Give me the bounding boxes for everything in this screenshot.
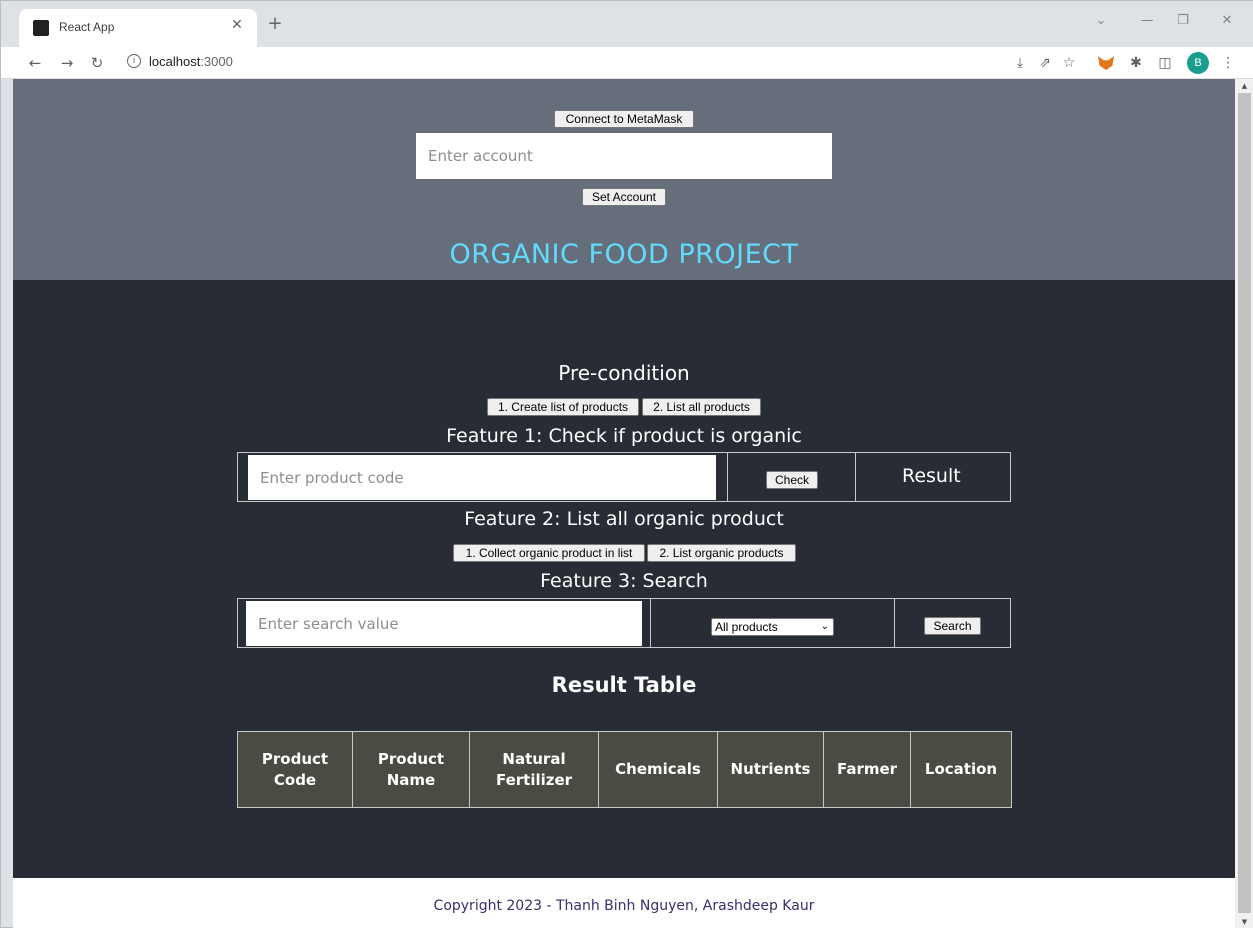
install-icon[interactable]: ⤓ bbox=[1011, 53, 1029, 73]
product-filter-value: All products bbox=[715, 620, 778, 634]
column-header: Natural Fertilizer bbox=[469, 731, 599, 808]
result-table: Product Code Product Name Natural Fertilize… bbox=[237, 731, 1012, 808]
minimize-icon[interactable]: — bbox=[1137, 13, 1157, 28]
close-tab-icon[interactable]: ✕ bbox=[229, 17, 245, 33]
column-header: Nutrients bbox=[717, 731, 824, 808]
feature3-row: All products ⌄ Search bbox=[237, 598, 1011, 648]
search-button[interactable]: Search bbox=[924, 617, 981, 635]
menu-kebab-icon[interactable]: ⋮ bbox=[1219, 53, 1237, 73]
search-input[interactable] bbox=[246, 601, 642, 646]
back-icon[interactable]: ← bbox=[25, 53, 45, 73]
connect-metamask-button[interactable]: Connect to MetaMask bbox=[554, 110, 694, 128]
scrollbar-thumb[interactable] bbox=[1238, 93, 1251, 913]
side-panel-icon[interactable]: ◫ bbox=[1156, 53, 1174, 73]
feature1-row: Check Result bbox=[237, 452, 1011, 502]
reload-icon[interactable]: ↻ bbox=[87, 53, 107, 73]
column-header: Product Name bbox=[352, 731, 470, 808]
browser-window: React App ✕ + ⌄ — ❐ ✕ ← → ↻ i localhost:… bbox=[0, 0, 1253, 928]
tab-strip: React App ✕ + ⌄ — ❐ ✕ bbox=[1, 1, 1253, 47]
feature2-heading: Feature 2: List all organic product bbox=[464, 508, 784, 530]
browser-toolbar: ← → ↻ i localhost:3000 ⤓ ⇗ ☆ ✱ ◫ B ⋮ bbox=[1, 47, 1253, 79]
collect-organic-button[interactable]: 1. Collect organic product in list bbox=[453, 544, 645, 562]
close-window-icon[interactable]: ✕ bbox=[1217, 13, 1237, 28]
app-header: Connect to MetaMask Set Account ORGANIC … bbox=[13, 79, 1235, 280]
address-bar[interactable]: i localhost:3000 bbox=[119, 50, 1219, 76]
forward-icon[interactable]: → bbox=[57, 53, 77, 73]
site-info-icon[interactable]: i bbox=[127, 54, 141, 68]
precondition-heading: Pre-condition bbox=[558, 361, 690, 385]
extensions-puzzle-icon[interactable]: ✱ bbox=[1127, 53, 1145, 73]
profile-avatar[interactable]: B bbox=[1187, 52, 1209, 74]
list-all-products-button[interactable]: 2. List all products bbox=[642, 398, 761, 416]
column-header: Farmer bbox=[823, 731, 911, 808]
feature1-heading: Feature 1: Check if product is organic bbox=[446, 425, 802, 447]
create-products-button[interactable]: 1. Create list of products bbox=[487, 398, 639, 416]
column-header: Location bbox=[910, 731, 1012, 808]
url-text: localhost:3000 bbox=[149, 54, 233, 69]
product-code-input[interactable] bbox=[248, 455, 716, 500]
column-header: Chemicals bbox=[598, 731, 718, 808]
account-input[interactable] bbox=[416, 133, 832, 179]
vertical-scrollbar[interactable]: ▲ ▼ bbox=[1235, 79, 1253, 928]
restore-icon[interactable]: ❐ bbox=[1173, 13, 1193, 28]
chevron-down-icon: ⌄ bbox=[820, 621, 829, 632]
product-filter-select[interactable]: All products ⌄ bbox=[711, 618, 834, 636]
react-favicon-icon bbox=[33, 20, 49, 36]
column-header: Product Code bbox=[237, 731, 353, 808]
bookmark-star-icon[interactable]: ☆ bbox=[1060, 53, 1078, 73]
list-organic-products-button[interactable]: 2. List organic products bbox=[647, 544, 796, 562]
scroll-down-icon[interactable]: ▼ bbox=[1235, 915, 1253, 928]
result-label: Result bbox=[902, 465, 961, 487]
scroll-up-icon[interactable]: ▲ bbox=[1235, 79, 1253, 93]
check-button[interactable]: Check bbox=[766, 471, 818, 489]
share-icon[interactable]: ⇗ bbox=[1036, 53, 1054, 73]
browser-tab[interactable]: React App ✕ bbox=[19, 9, 257, 47]
copyright-text: Copyright 2023 - Thanh Binh Nguyen, Aras… bbox=[433, 898, 815, 914]
page-viewport: Connect to MetaMask Set Account ORGANIC … bbox=[13, 79, 1235, 928]
tab-search-icon[interactable]: ⌄ bbox=[1091, 13, 1111, 28]
project-title: ORGANIC FOOD PROJECT bbox=[449, 239, 799, 270]
new-tab-icon[interactable]: + bbox=[265, 14, 285, 34]
tab-title: React App bbox=[59, 20, 115, 34]
page-footer: Copyright 2023 - Thanh Binh Nguyen, Aras… bbox=[13, 878, 1235, 928]
set-account-button[interactable]: Set Account bbox=[582, 188, 666, 206]
result-table-heading: Result Table bbox=[551, 673, 697, 697]
table-header-row: Product Code Product Name Natural Fertilize… bbox=[237, 731, 1012, 808]
feature3-heading: Feature 3: Search bbox=[540, 570, 708, 592]
